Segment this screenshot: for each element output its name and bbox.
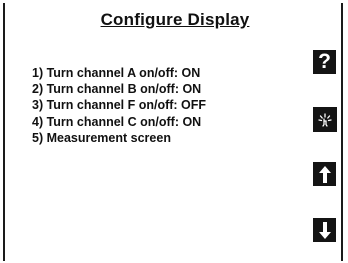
menu-item-channel-a[interactable]: 1) Turn channel A on/off: ON xyxy=(32,65,206,81)
question-mark-icon: ? xyxy=(318,50,331,73)
menu-item-measurement-screen[interactable]: 5) Measurement screen xyxy=(32,130,206,146)
help-button[interactable]: ? xyxy=(313,50,336,74)
scroll-down-button[interactable] xyxy=(313,218,336,242)
menu-item-channel-b[interactable]: 2) Turn channel B on/off: ON xyxy=(32,81,206,97)
select-button[interactable] xyxy=(313,107,337,132)
display-screen: Configure Display 1) Turn channel A on/o… xyxy=(3,3,343,261)
menu-list: 1) Turn channel A on/off: ON 2) Turn cha… xyxy=(32,65,206,146)
arrow-down-icon xyxy=(318,221,331,239)
menu-item-channel-c[interactable]: 4) Turn channel C on/off: ON xyxy=(32,114,206,130)
arrow-up-icon xyxy=(318,165,331,183)
page-title: Configure Display xyxy=(100,10,250,29)
touch-select-icon xyxy=(316,111,334,129)
scroll-up-button[interactable] xyxy=(313,162,336,186)
menu-item-channel-f[interactable]: 3) Turn channel F on/off: OFF xyxy=(32,97,206,113)
